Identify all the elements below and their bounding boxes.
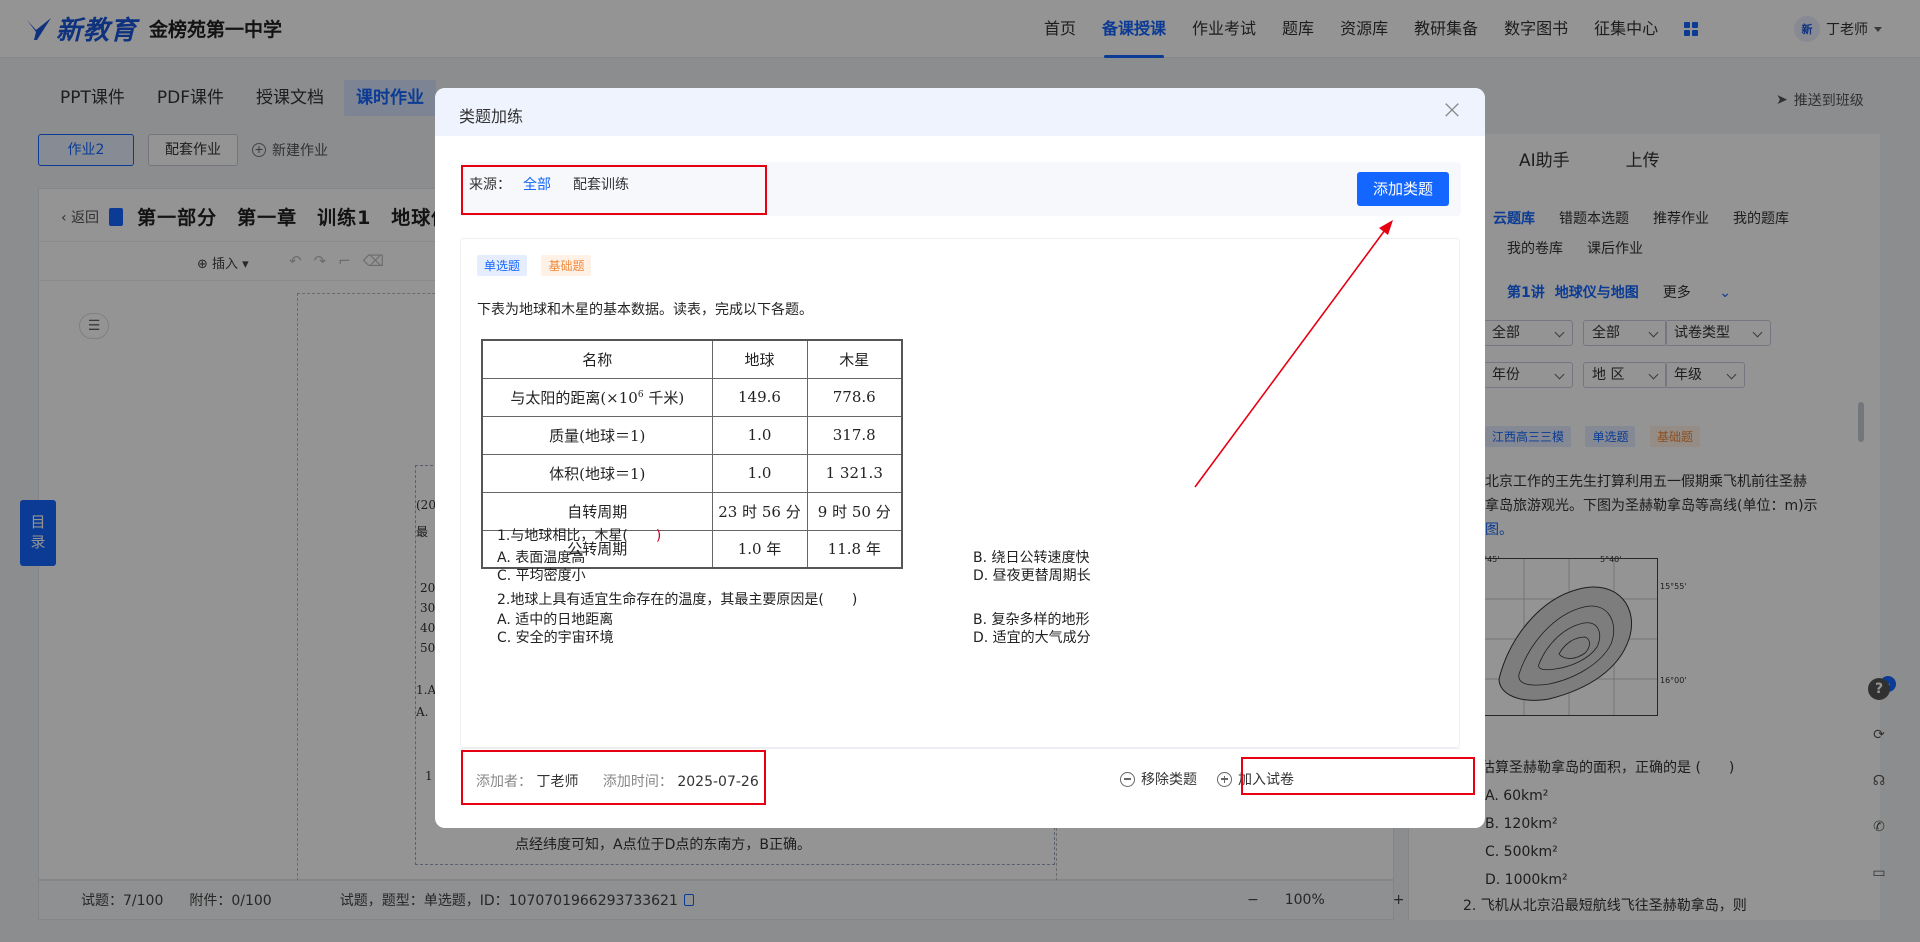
option-c[interactable]: C. 平均密度小 [497, 565, 586, 585]
table-row: 体积(地球＝1) 1.0 1 321.3 [481, 453, 903, 493]
option-c[interactable]: C. 安全的宇宙环境 [497, 627, 614, 647]
remove-similar-button[interactable]: 移除类题 [1120, 769, 1197, 789]
level-tag: 基础题 [541, 255, 592, 276]
table-row: 名称 地球 木星 [481, 339, 903, 379]
dialog-title: 类题加练 [459, 107, 524, 126]
close-icon[interactable]: × [1439, 97, 1465, 124]
add-similar-question-button[interactable]: 添加类题 [1357, 172, 1449, 206]
question-tags: 单选题 基础题 [477, 255, 601, 276]
option-d[interactable]: D. 昼夜更替周期长 [973, 565, 1091, 585]
question-card: 单选题 基础题 下表为地球和木星的基本数据。读表，完成以下各题。 名称 地球 木… [460, 238, 1460, 748]
sub-question-1: 1.与地球相比，木星( ) [497, 528, 662, 544]
question-stem: 下表为地球和木星的基本数据。读表，完成以下各题。 [477, 302, 813, 318]
plus-circle-icon [1217, 771, 1232, 787]
annotation-box-actions [1241, 757, 1475, 795]
dialog-header: 类题加练 × [435, 88, 1485, 136]
annotation-box-meta [461, 750, 766, 805]
annotation-box-source [461, 165, 767, 215]
option-b[interactable]: B. 复杂多样的地形 [973, 609, 1090, 629]
type-tag: 单选题 [477, 255, 528, 276]
option-a[interactable]: A. 表面温度高 [497, 547, 585, 567]
option-b[interactable]: B. 绕日公转速度快 [973, 547, 1090, 567]
table-row: 质量(地球＝1) 1.0 317.8 [481, 415, 903, 455]
option-a[interactable]: A. 适中的日地距离 [497, 609, 613, 629]
option-d[interactable]: D. 适宜的大气成分 [973, 627, 1091, 647]
minus-circle-icon [1120, 771, 1135, 787]
table-row: 与太阳的距离(×106 千米) 149.6 778.6 [481, 377, 903, 417]
sub-question-2: 2.地球上具有适宜生命存在的温度，其最主要原因是( ) [497, 592, 858, 608]
